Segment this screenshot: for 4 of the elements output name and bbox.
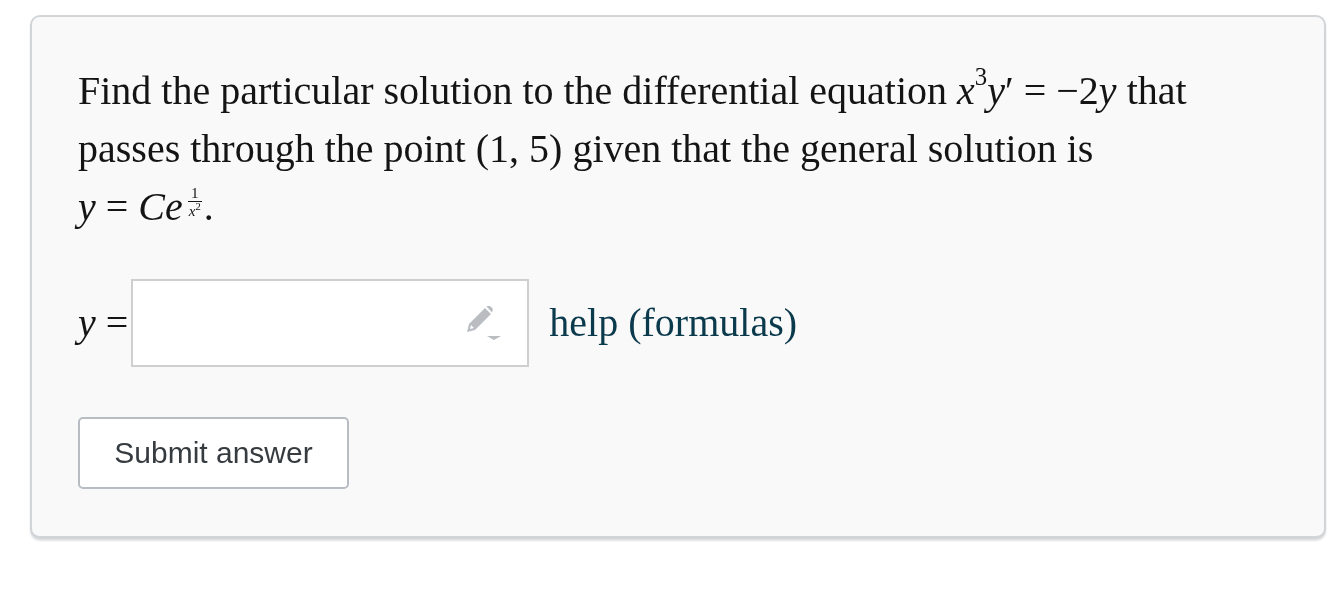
answer-field[interactable]: [131, 279, 530, 367]
pencil-icon[interactable]: [465, 306, 502, 340]
submit-button[interactable]: Submit answer: [78, 417, 349, 489]
help-link[interactable]: help (formulas): [549, 300, 798, 346]
